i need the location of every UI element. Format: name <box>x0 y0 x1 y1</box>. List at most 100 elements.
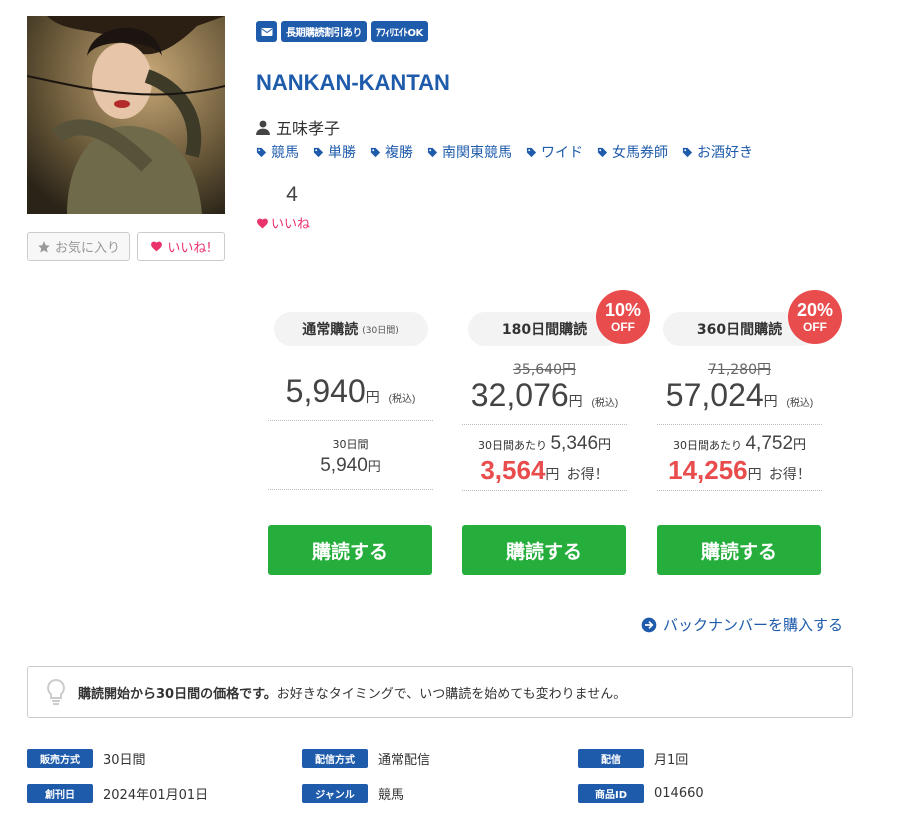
tag-label: 複勝 <box>385 145 413 161</box>
tag-label: ワイド <box>541 145 583 161</box>
magazine-title: NANKAN-KANTAN <box>256 70 450 95</box>
plan-price: 32,076円 (税込) <box>462 377 627 414</box>
yen-unit: 円 <box>545 466 560 482</box>
tag-item[interactable]: 複勝 <box>370 142 413 162</box>
info-sales-method: 販売方式 30日間 <box>27 749 146 768</box>
yen-unit: 円 <box>598 438 612 453</box>
tag-icon <box>370 147 381 157</box>
arrow-circle-right-icon <box>641 617 657 632</box>
backnumber-link[interactable]: バックナンバーを購入する <box>641 614 843 635</box>
info-value: 競馬 <box>378 788 405 803</box>
per-period-value: 4,752 <box>745 433 794 454</box>
tag-label: 南関東競馬 <box>442 145 512 161</box>
plan-duration: (30日間) <box>362 325 399 336</box>
per-period-value: 5,346 <box>550 433 599 454</box>
tag-label: 競馬 <box>271 145 299 161</box>
original-price: 71,280円 <box>708 362 771 378</box>
savings: 14,256円 お得！ <box>657 455 822 486</box>
tag-item[interactable]: 単勝 <box>313 142 356 162</box>
like-count: 4 <box>286 183 298 206</box>
notice-bold: 購読開始から30日間の価格です。 <box>78 686 277 702</box>
tag-icon <box>427 147 438 157</box>
like-label-text: いいね <box>271 217 311 232</box>
per-period-value: 5,940 <box>320 455 368 476</box>
plan-price: 57,024円 (税込) <box>657 377 822 414</box>
info-label: 創刊日 <box>27 784 93 803</box>
yen-unit: 円 <box>365 389 380 405</box>
lightbulb-icon <box>47 679 65 705</box>
favorite-button[interactable]: お気に入り <box>27 232 130 261</box>
plan-180days: 180日間購読 10% OFF 35,640円 32,076円 (税込) 30日間… <box>462 290 650 575</box>
star-icon <box>38 240 50 253</box>
discount-off: OFF <box>611 320 635 334</box>
plan-360days: 360日間購読 20% OFF 71,280円 57,024円 (税込) 30日間… <box>657 290 842 575</box>
savings-value: 3,564 <box>480 455 546 485</box>
tag-item[interactable]: ワイド <box>526 142 583 162</box>
savings-label: お得！ <box>768 466 811 482</box>
original-price: 35,640円 <box>513 362 576 378</box>
discount-badge: 20% OFF <box>788 290 842 344</box>
author-name: 五味孝子 <box>276 119 341 138</box>
notice-text: 購読開始から30日間の価格です。お好きなタイミングで、いつ購読を始めても変わりま… <box>78 683 626 702</box>
tag-icon <box>682 147 693 157</box>
info-value: 通常配信 <box>378 753 431 768</box>
subscribe-button-180days[interactable]: 購読する <box>462 525 626 575</box>
tag-list: 競馬 単勝 複勝 南関東競馬 ワイド 女馬券師 お酒好き <box>256 142 753 162</box>
price-value: 57,024 <box>665 377 764 413</box>
mail-badge <box>256 21 277 42</box>
discount-badge: 10% OFF <box>596 290 650 344</box>
per-period-price: 30日間あたり 4,752円 <box>657 433 822 455</box>
like-button[interactable]: いいね! <box>137 232 225 261</box>
yen-unit: 円 <box>763 393 778 409</box>
tag-item[interactable]: 女馬券師 <box>597 142 668 162</box>
like-count-label: いいね <box>256 213 310 232</box>
affiliate-badge: ｱﾌｨﾘｴｲﾄOK <box>371 21 428 42</box>
favorite-button-label: お気に入り <box>54 241 120 256</box>
tag-item[interactable]: お酒好き <box>682 142 753 162</box>
plan-normal: 通常購読 (30日間) 5,940円 (税込) 30日間 5,940円 購読する <box>268 290 433 575</box>
plan-name: 通常購読 (30日間) <box>273 312 428 346</box>
yen-unit: 円 <box>793 438 807 453</box>
author[interactable]: 五味孝子 <box>256 115 340 139</box>
info-label: 配信方式 <box>302 749 368 768</box>
info-value: 2024年01月01日 <box>103 788 209 803</box>
info-delivery-method: 配信方式 通常配信 <box>302 749 430 768</box>
tag-icon <box>597 147 608 157</box>
tag-label: お酒好き <box>697 145 753 161</box>
plan-price: 5,940円 (税込) <box>268 373 433 410</box>
per-period-label: 30日間 <box>332 438 369 451</box>
info-product-id: 商品ID 014660 <box>578 784 704 803</box>
tax-note: (税込) <box>786 398 814 409</box>
info-label: ジャンル <box>302 784 368 803</box>
info-label: 商品ID <box>578 784 644 803</box>
notice-rest: お好きなタイミングで、いつ購読を始めても変わりません。 <box>276 686 627 702</box>
magazine-thumbnail <box>27 16 225 214</box>
tag-label: 単勝 <box>328 145 356 161</box>
user-icon <box>256 120 270 135</box>
heart-icon <box>257 218 268 228</box>
subscribe-button-360days[interactable]: 購読する <box>657 525 821 575</box>
subscribe-button-normal[interactable]: 購読する <box>268 525 432 575</box>
tag-label: 女馬券師 <box>612 145 668 161</box>
info-value: 30日間 <box>103 753 146 768</box>
yen-unit: 円 <box>747 466 762 482</box>
tag-item[interactable]: 競馬 <box>256 142 299 162</box>
yen-unit: 円 <box>367 459 381 474</box>
yen-unit: 円 <box>568 393 583 409</box>
info-label: 配信 <box>578 749 644 768</box>
heart-icon <box>151 241 163 252</box>
info-genre: ジャンル 競馬 <box>302 784 404 803</box>
discount-off: OFF <box>803 320 827 334</box>
tag-icon <box>526 147 537 157</box>
tag-item[interactable]: 南関東競馬 <box>427 142 512 162</box>
plan-name-text: 通常購読 <box>302 322 359 338</box>
per-period-price: 5,940円 <box>268 455 433 477</box>
tax-note: (税込) <box>591 398 619 409</box>
info-label: 販売方式 <box>27 749 93 768</box>
price-notice: 購読開始から30日間の価格です。お好きなタイミングで、いつ購読を始めても変わりま… <box>27 666 853 718</box>
per-period-label: 30日間あたり <box>477 439 547 452</box>
info-launch-date: 創刊日 2024年01月01日 <box>27 784 208 803</box>
mail-icon <box>261 27 272 36</box>
per-period-label: 30日間あたり <box>672 439 742 452</box>
price-value: 32,076 <box>470 377 569 413</box>
